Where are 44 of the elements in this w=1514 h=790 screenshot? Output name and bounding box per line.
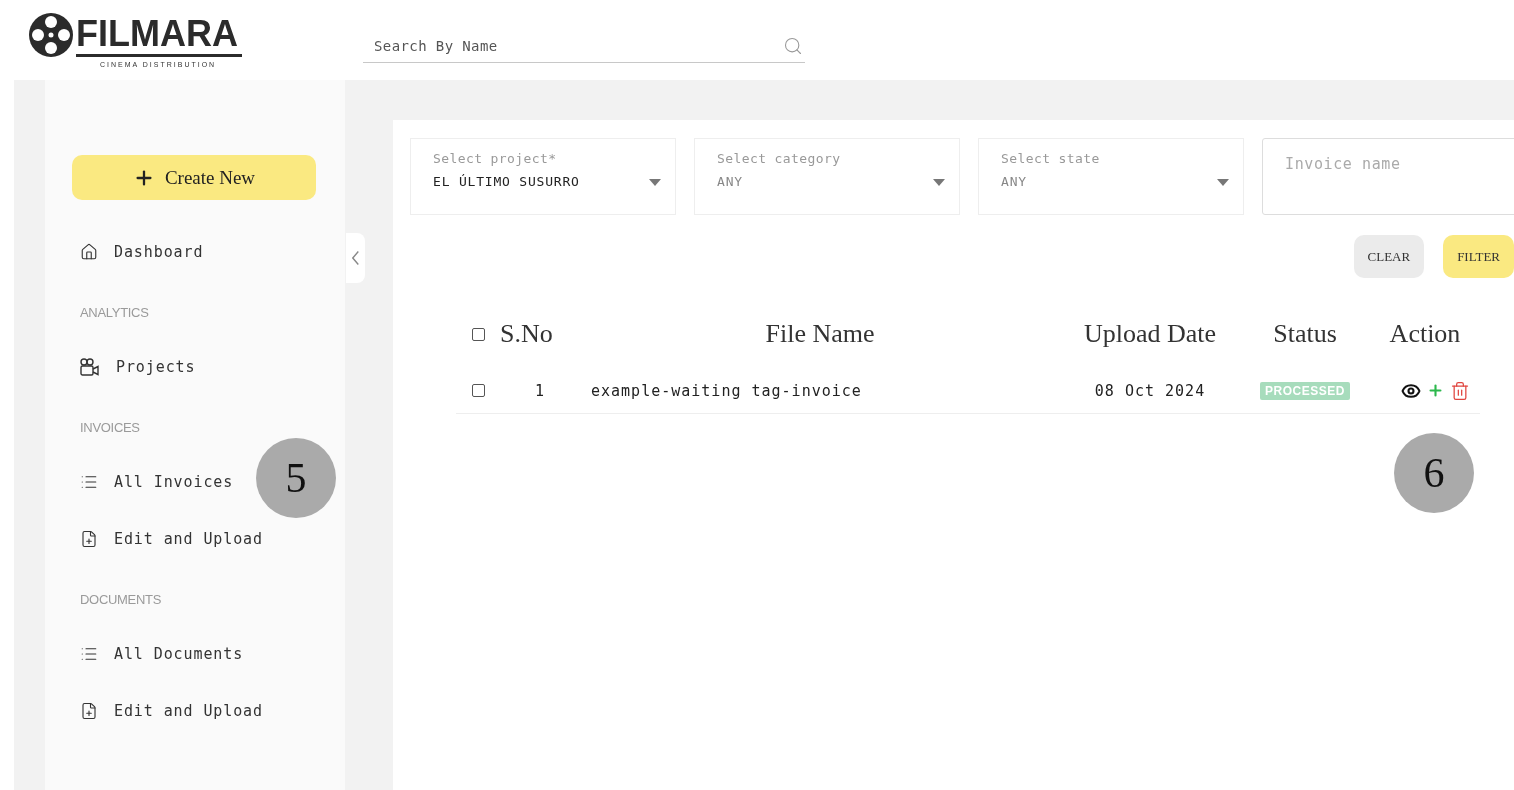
nav-item[interactable]: All Documents xyxy=(72,632,252,676)
home-icon xyxy=(80,243,98,261)
filter-button[interactable]: FILTER xyxy=(1443,235,1514,278)
column-header: Status xyxy=(1273,319,1337,349)
chevron-left-icon xyxy=(352,251,359,265)
table-cell: 08 Oct 2024 xyxy=(1094,381,1206,400)
select-field[interactable]: Select category ANY xyxy=(694,138,960,215)
select-all-checkbox[interactable] xyxy=(471,327,485,341)
create-new-button[interactable]: Create New xyxy=(72,155,316,200)
file-plus-icon xyxy=(80,702,98,720)
table-cell-text: example-waiting tag-invoice xyxy=(590,381,862,400)
status-badge: PROCESSED xyxy=(1260,381,1350,400)
dropdown-caret-icon xyxy=(649,179,661,186)
file-plus-icon xyxy=(80,530,98,548)
search-field[interactable]: Search By Name xyxy=(363,30,805,63)
film-reel-icon xyxy=(28,12,74,58)
list-icon xyxy=(80,473,98,491)
select-field[interactable]: Select state ANY xyxy=(978,138,1244,215)
column-header: Upload Date xyxy=(1083,319,1217,349)
nav-item[interactable]: Dashboard xyxy=(72,230,212,274)
collapse-sidebar-button[interactable] xyxy=(346,233,365,283)
clear-button[interactable]: CLEAR xyxy=(1353,235,1425,278)
section-heading: INVOICES xyxy=(80,419,140,437)
camera-icon xyxy=(80,358,100,376)
plus-icon[interactable] xyxy=(1426,382,1444,399)
invoice-name-field[interactable]: Invoice name xyxy=(1262,138,1514,215)
row-checkbox[interactable] xyxy=(471,384,485,397)
nav-item[interactable]: Projects xyxy=(72,345,204,389)
column-header: File Name xyxy=(765,319,875,349)
column-header: Action xyxy=(1389,319,1461,349)
select-field[interactable]: Select project* EL ÚLTIMO SUSURRO xyxy=(410,138,676,215)
search-icon[interactable] xyxy=(783,36,803,56)
logo-text: FILMARA xyxy=(76,13,242,57)
nav-item[interactable]: All Invoices xyxy=(72,460,242,504)
trash-icon[interactable] xyxy=(1449,380,1470,401)
table-cell: 1 xyxy=(535,381,545,400)
dropdown-caret-icon xyxy=(1217,179,1229,186)
section-heading: ANALYTICS xyxy=(80,304,149,322)
section-heading: DOCUMENTS xyxy=(80,591,162,609)
column-header: S.No xyxy=(500,319,553,349)
dropdown-caret-icon xyxy=(933,179,945,186)
list-icon xyxy=(80,645,98,663)
nav-item[interactable]: Edit and Upload xyxy=(72,689,271,733)
nav-item[interactable]: Edit and Upload xyxy=(72,517,271,561)
